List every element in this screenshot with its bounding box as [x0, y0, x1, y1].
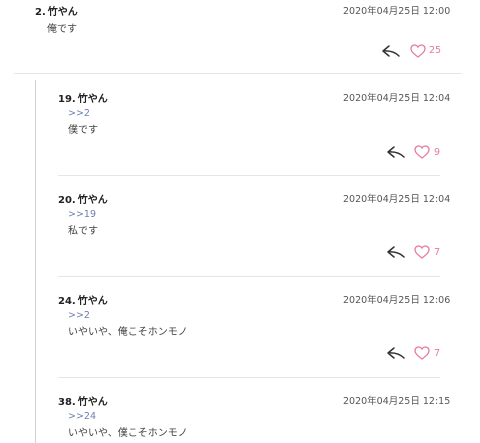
like-count: 7 — [434, 348, 441, 359]
divider — [58, 175, 440, 176]
comment-header: 2. 竹やん — [35, 3, 78, 19]
comment-header: 19. 竹やん — [58, 90, 108, 106]
divider — [58, 377, 440, 378]
comment-date: 2020年04月25日 12:04 — [343, 194, 451, 205]
comment-24: 24. 竹やん 2020年04月25日 12:06 >>2 いやいや、俺こそホンモ… — [0, 292, 480, 372]
comment-number: 20. — [58, 195, 76, 206]
comment-2: 2. 竹やん 2020年04月25日 12:00 俺です 25 — [0, 0, 480, 72]
comment-number: 24. — [58, 296, 76, 307]
reply-anchor-link[interactable]: >>19 — [68, 209, 96, 220]
comment-header: 38. 竹やん — [58, 393, 108, 409]
comment-date: 2020年04月25日 12:04 — [343, 93, 451, 104]
reply-arrow-icon[interactable] — [386, 345, 406, 361]
reply-anchor-link[interactable]: >>24 — [68, 411, 96, 422]
comment-author: 竹やん — [47, 7, 78, 18]
comment-header: 20. 竹やん — [58, 191, 108, 207]
comment-text: 私です — [68, 226, 98, 237]
reply-arrow-icon[interactable] — [386, 244, 406, 260]
comment-number: 2. — [35, 7, 46, 18]
comment-author: 竹やん — [77, 397, 108, 408]
comment-text: いやいや、僕こそホンモノ — [68, 428, 188, 439]
heart-icon[interactable] — [413, 345, 431, 361]
heart-icon[interactable] — [413, 244, 431, 260]
divider — [58, 276, 440, 277]
comment-header: 24. 竹やん — [58, 292, 108, 308]
like-count: 9 — [434, 147, 441, 158]
reply-anchor-link[interactable]: >>2 — [68, 108, 90, 119]
comment-text: いやいや、俺こそホンモノ — [68, 327, 188, 338]
divider — [14, 73, 462, 74]
comment-38: 38. 竹やん 2020年04月25日 12:15 >>24 いやいや、僕こそホン… — [0, 393, 480, 443]
comment-number: 19. — [58, 94, 76, 105]
heart-icon[interactable] — [409, 43, 427, 59]
comment-author: 竹やん — [77, 296, 108, 307]
comment-date: 2020年04月25日 12:15 — [343, 396, 451, 407]
reply-anchor-link[interactable]: >>2 — [68, 310, 90, 321]
comment-text: 俺です — [47, 24, 77, 35]
reply-arrow-icon[interactable] — [386, 144, 406, 160]
comment-date: 2020年04月25日 12:00 — [343, 6, 451, 17]
reply-arrow-icon[interactable] — [381, 43, 401, 59]
heart-icon[interactable] — [413, 144, 431, 160]
comment-author: 竹やん — [77, 94, 108, 105]
like-count: 7 — [434, 247, 441, 258]
comment-number: 38. — [58, 397, 76, 408]
comment-date: 2020年04月25日 12:06 — [343, 295, 451, 306]
comment-19: 19. 竹やん 2020年04月25日 12:04 >>2 僕です 9 — [0, 90, 480, 170]
comment-20: 20. 竹やん 2020年04月25日 12:04 >>19 私です 7 — [0, 191, 480, 271]
comment-text: 僕です — [68, 125, 98, 136]
comment-author: 竹やん — [77, 195, 108, 206]
like-count: 25 — [429, 45, 442, 56]
